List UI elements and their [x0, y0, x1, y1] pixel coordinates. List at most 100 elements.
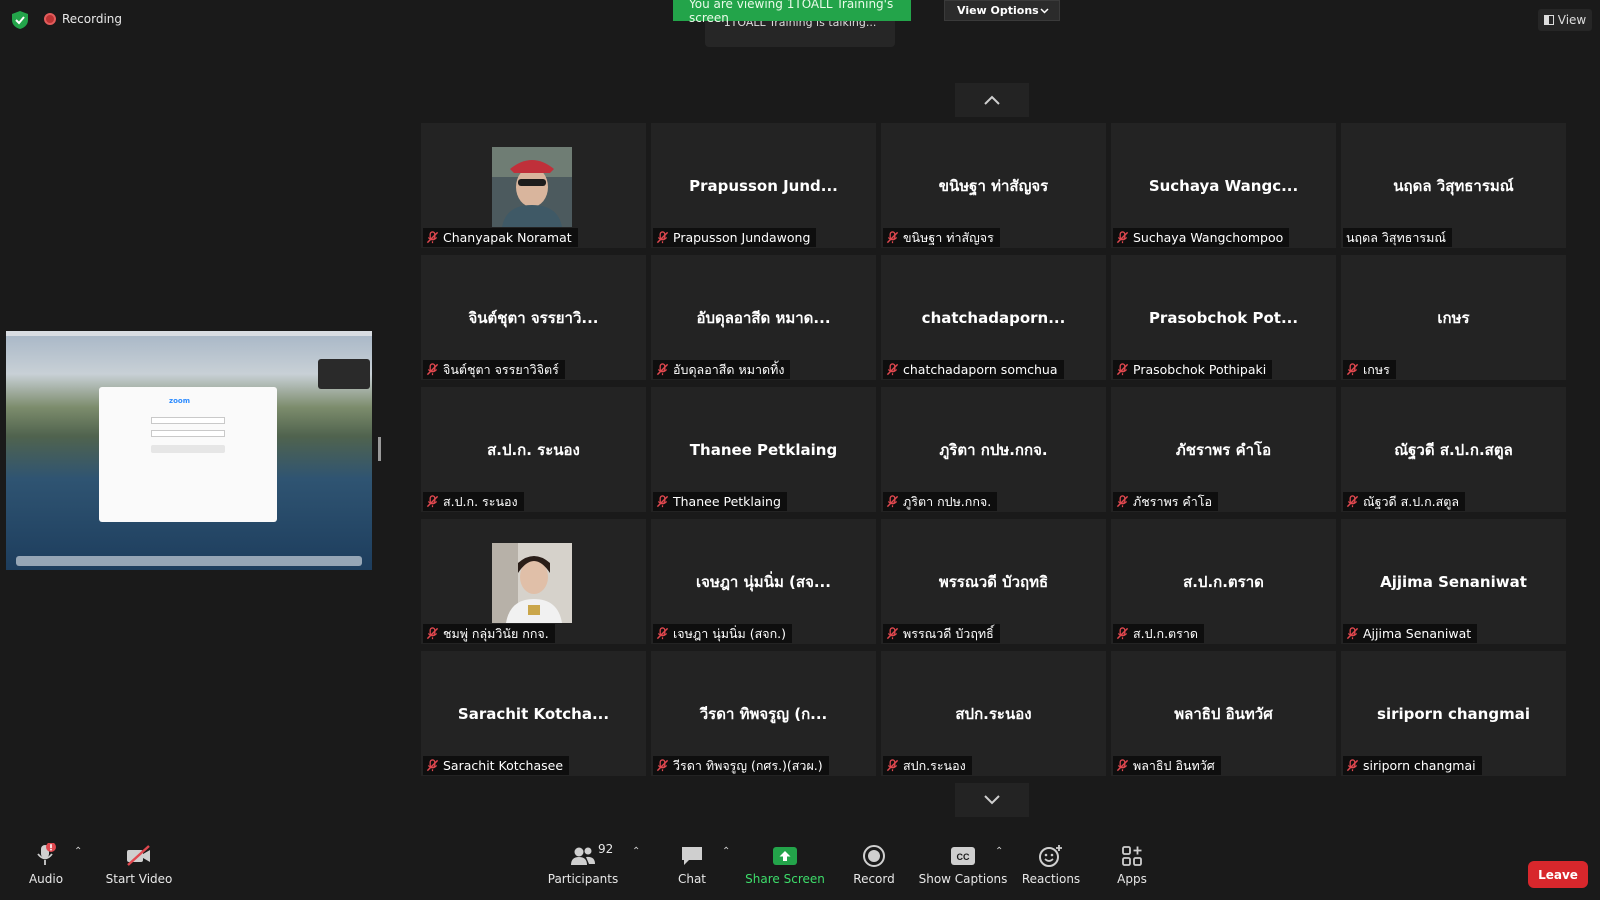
participant-tile[interactable]: ชมพู่ กลุ่มวินัย กกจ. — [421, 519, 646, 644]
recording-indicator[interactable]: Recording — [44, 12, 122, 26]
thumb-zoom-logo: zoom — [169, 397, 190, 405]
participant-tile[interactable]: เกษร เกษร — [1341, 255, 1566, 380]
participant-name: จินต์ชุตา จรรยาวิ... — [468, 308, 599, 327]
participant-name: อับดุลอาสีด หมาด... — [696, 308, 831, 327]
recording-label: Recording — [62, 12, 123, 26]
participant-label: วีรดา ทิพจรูญ (กศร.)(สวผ.) — [653, 756, 829, 775]
participant-name: siriporn changmai — [1377, 704, 1530, 723]
chat-button[interactable]: Chat — [674, 842, 710, 886]
participant-label: ส.ป.ก.ตราด — [1113, 624, 1205, 643]
audio-options-caret-icon[interactable]: ⌃ — [74, 846, 82, 857]
reactions-button[interactable]: Reactions — [1021, 842, 1081, 886]
participant-tile[interactable]: อับดุลอาสีด หมาด... อับดุลอาสีด หมาดทิ้ง — [651, 255, 876, 380]
record-label: Record — [853, 872, 895, 886]
participant-name: Thanee Petklaing — [689, 440, 838, 459]
participant-tile[interactable]: Suchaya Wangc... Suchaya Wangchompoo — [1111, 123, 1336, 248]
participant-label: จินต์ชุตา จรรยาวิจิตร์ — [423, 360, 565, 379]
participant-tile[interactable]: ส.ป.ก.ตราด ส.ป.ก.ตราด — [1111, 519, 1336, 644]
muted-mic-icon — [1346, 627, 1359, 640]
participant-label-text: Prasobchok Pothipaki — [1133, 362, 1267, 377]
participant-name: ส.ป.ก. ระนอง — [487, 440, 580, 459]
muted-mic-icon — [886, 495, 899, 508]
share-screen-button[interactable]: Share Screen — [745, 842, 825, 886]
chat-options-caret-icon[interactable]: ⌃ — [722, 846, 730, 857]
participant-name: ณัฐวดี ส.ป.ก.สตูล — [1394, 440, 1513, 459]
participant-name: วีรดา ทิพจรูญ (ก... — [699, 704, 828, 723]
participant-tile[interactable]: ภูริตา กปษ.กกจ. ภูริตา กปษ.กกจ. — [881, 387, 1106, 512]
participant-label: chatchadaporn somchua — [883, 360, 1064, 379]
muted-mic-icon — [1116, 759, 1129, 772]
participant-tile[interactable]: สปก.ระนอง สปก.ระนอง — [881, 651, 1106, 776]
participant-name: chatchadaporn... — [921, 308, 1066, 327]
participant-tile[interactable]: Ajjima Senaniwat Ajjima Senaniwat — [1341, 519, 1566, 644]
participant-tile[interactable]: นฤดล วิสุทธารมณ์ นฤดล วิสุทธารมณ์ — [1341, 123, 1566, 248]
thumb-floating-panel — [318, 359, 370, 389]
participant-tile[interactable]: เจษฎา นุ่มนิ่ม (สจ... เจษฎา นุ่มนิ่ม (สจ… — [651, 519, 876, 644]
participant-label: พลาธิป อินทวัศ — [1113, 756, 1221, 775]
participant-label-text: ส.ป.ก.ตราด — [1133, 625, 1199, 641]
muted-mic-icon — [1116, 495, 1129, 508]
apps-button[interactable]: Apps — [1116, 842, 1148, 886]
participant-tile[interactable]: chatchadaporn... chatchadaporn somchua — [881, 255, 1106, 380]
participant-name: ขนิษฐา ท่าสัญจร — [938, 176, 1049, 195]
chevron-down-icon — [984, 795, 1000, 805]
participant-tile[interactable]: วีรดา ทิพจรูญ (ก... วีรดา ทิพจรูญ (กศร.)… — [651, 651, 876, 776]
participants-options-caret-icon[interactable]: ⌃ — [632, 846, 640, 857]
participant-label: เจษฎา นุ่มนิ่ม (สจก.) — [653, 624, 793, 643]
muted-mic-icon — [426, 231, 439, 244]
muted-mic-icon — [426, 495, 439, 508]
participant-name: Prasobchok Pot... — [1148, 308, 1299, 327]
participant-label: ณัฐวดี ส.ป.ก.สตูล — [1343, 492, 1466, 511]
page-up-button[interactable] — [955, 83, 1029, 117]
chat-label: Chat — [677, 872, 707, 886]
captions-options-caret-icon[interactable]: ⌃ — [995, 846, 1003, 857]
muted-mic-icon — [1116, 231, 1129, 244]
thumb-password-field — [151, 430, 225, 437]
participant-tile[interactable]: ขนิษฐา ท่าสัญจร ขนิษฐา ท่าสัญจร — [881, 123, 1106, 248]
thumb-login-window: zoom — [99, 387, 277, 522]
participant-tile[interactable]: Prasobchok Pot... Prasobchok Pothipaki — [1111, 255, 1336, 380]
leave-button[interactable]: Leave — [1528, 861, 1588, 888]
participant-tile[interactable]: Prapusson Jund... Prapusson Jundawong — [651, 123, 876, 248]
resize-splitter[interactable] — [378, 437, 381, 461]
participant-name: ส.ป.ก.ตราด — [1183, 572, 1264, 591]
show-captions-button[interactable]: CC Show Captions — [919, 842, 1007, 886]
participant-tile[interactable]: Thanee Petklaing Thanee Petklaing — [651, 387, 876, 512]
participant-tile[interactable]: พรรณวดี บัวฤทธิ พรรณวดี บัวฤทธิ์ — [881, 519, 1106, 644]
participant-tile[interactable]: ณัฐวดี ส.ป.ก.สตูล ณัฐวดี ส.ป.ก.สตูล — [1341, 387, 1566, 512]
participant-tile[interactable]: siriporn changmai siriporn changmai — [1341, 651, 1566, 776]
participant-tile[interactable]: ส.ป.ก. ระนอง ส.ป.ก. ระนอง — [421, 387, 646, 512]
participant-tile[interactable]: ภัชราพร คำโอ ภัชราพร คำโอ — [1111, 387, 1336, 512]
page-down-button[interactable] — [955, 783, 1029, 817]
view-button[interactable]: View — [1538, 9, 1592, 31]
participant-label-text: เกษร — [1363, 361, 1390, 377]
meeting-toolbar: Audio ⌃ Start Video Participants 92 ⌃ Ch… — [0, 842, 1600, 900]
participant-label: Prasobchok Pothipaki — [1113, 360, 1273, 379]
participant-tile[interactable]: Chanyapak Noramat — [421, 123, 646, 248]
participant-label-text: พลาธิป อินทวัศ — [1133, 757, 1215, 773]
muted-mic-icon — [886, 363, 899, 376]
participant-label: เกษร — [1343, 360, 1396, 379]
participant-label-text: ส.ป.ก. ระนอง — [443, 493, 518, 509]
participant-label-text: Sarachit Kotchasee — [443, 758, 564, 773]
participant-tile[interactable]: Sarachit Kotcha... Sarachit Kotchasee — [421, 651, 646, 776]
security-shield-icon[interactable] — [12, 11, 28, 29]
reactions-label: Reactions — [1021, 872, 1081, 886]
chat-icon — [680, 842, 704, 870]
view-button-label: View — [1557, 13, 1587, 27]
start-video-label: Start Video — [105, 872, 173, 886]
record-button[interactable]: Record — [853, 842, 895, 886]
thumb-menubar — [6, 331, 372, 336]
view-options-button[interactable]: View Options — [944, 0, 1060, 21]
participant-label-text: siriporn changmai — [1363, 758, 1476, 773]
participant-tile[interactable]: พลาธิป อินทวัศ พลาธิป อินทวัศ — [1111, 651, 1336, 776]
chevron-up-icon — [984, 95, 1000, 105]
participant-tile[interactable]: จินต์ชุตา จรรยาวิ... จินต์ชุตา จรรยาวิจิ… — [421, 255, 646, 380]
participant-label: Prapusson Jundawong — [653, 228, 817, 247]
shared-screen-thumbnail[interactable]: zoom — [6, 331, 372, 570]
start-video-button[interactable]: Start Video — [105, 842, 173, 886]
audio-button[interactable]: Audio — [28, 842, 64, 886]
participant-label: ภัชราพร คำโอ — [1113, 492, 1218, 511]
muted-mic-icon — [656, 231, 669, 244]
muted-mic-icon — [1346, 759, 1359, 772]
